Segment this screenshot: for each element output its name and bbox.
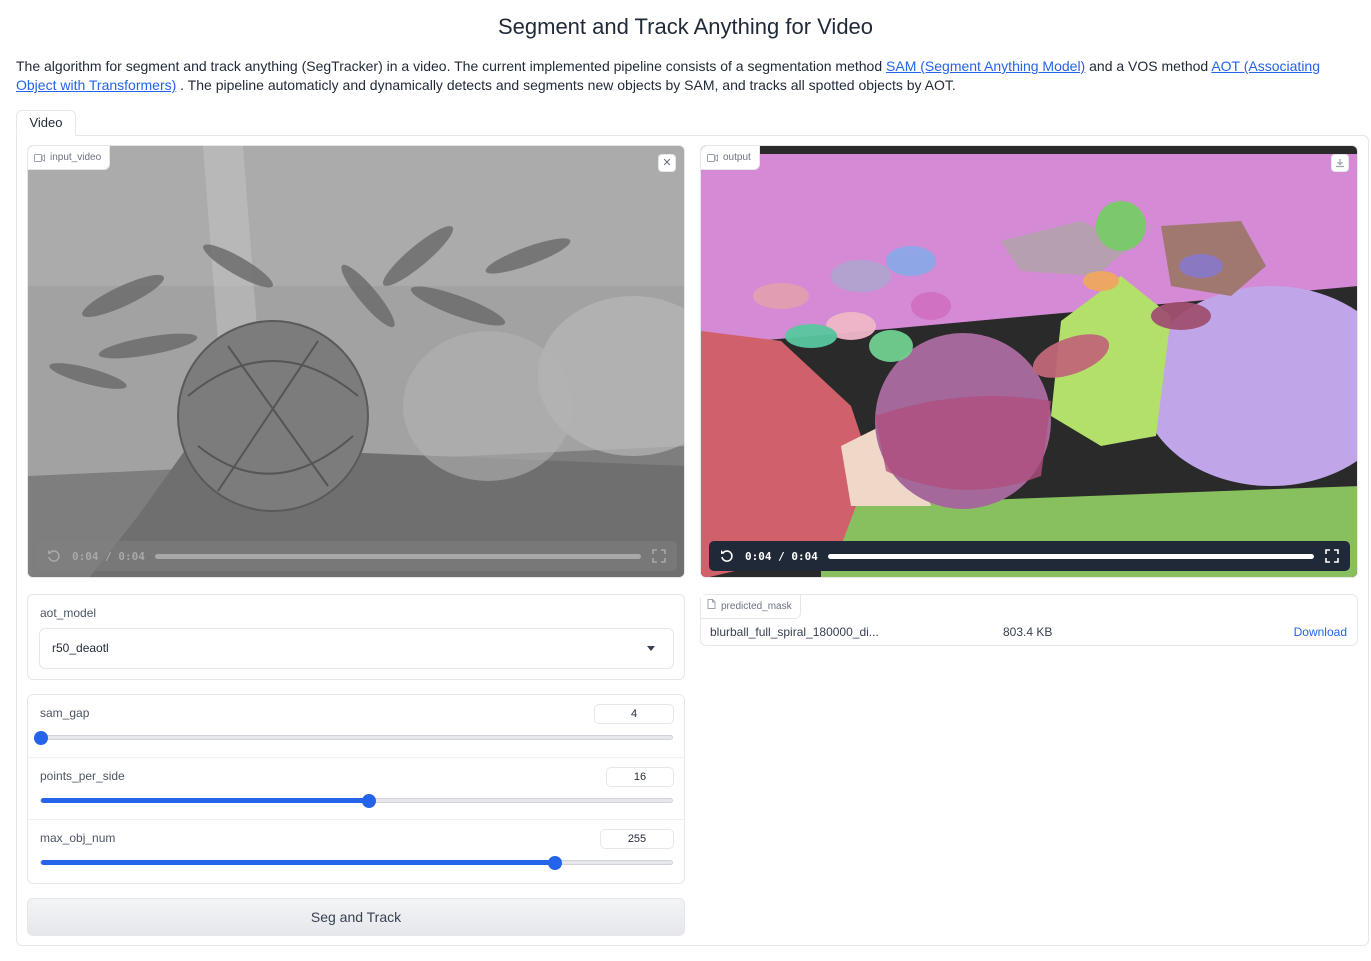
input-video-label-text: input_video xyxy=(50,151,102,163)
aot-model-value: r50_deaotl xyxy=(52,641,109,655)
description-text: . The pipeline automaticly and dynamical… xyxy=(176,77,956,93)
output-video-frame xyxy=(701,146,1357,577)
fullscreen-icon[interactable] xyxy=(1324,548,1340,564)
output-video-label-text: output xyxy=(723,151,751,163)
description: The algorithm for segment and track anyt… xyxy=(16,57,1356,95)
replay-icon[interactable] xyxy=(719,548,735,564)
points-per-side-track[interactable] xyxy=(40,794,673,808)
sam-gap-thumb[interactable] xyxy=(34,731,48,745)
slider-points-per-side: points_per_side 16 xyxy=(28,757,685,819)
points-per-side-fill xyxy=(41,798,370,803)
slider-max-obj-num: max_obj_num 255 xyxy=(28,819,685,881)
slider-sam-gap: sam_gap 4 xyxy=(28,695,685,757)
description-text: The algorithm for segment and track anyt… xyxy=(16,58,887,74)
chevron-down-icon xyxy=(647,646,655,651)
download-icon[interactable] xyxy=(1331,154,1349,172)
input-video-controls: 0:04 / 0:04 xyxy=(36,541,677,571)
points-per-side-input[interactable]: 16 xyxy=(606,767,674,787)
output-video-player[interactable]: output 0:04 / 0:04 xyxy=(700,145,1358,578)
sam-link[interactable]: SAM (Segment Anything Model) xyxy=(886,58,1085,74)
output-video-progress[interactable] xyxy=(827,553,1314,559)
max-obj-num-track[interactable] xyxy=(40,856,673,870)
video-camera-icon xyxy=(34,153,45,162)
seg-and-track-button[interactable]: Seg and Track xyxy=(27,898,685,936)
max-obj-num-thumb[interactable] xyxy=(548,856,563,870)
output-video-label: output xyxy=(701,146,760,170)
max-obj-num-fill xyxy=(41,860,556,865)
predicted-mask-panel: predicted_mask blurball_full_spiral_1800… xyxy=(700,594,1358,646)
video-camera-icon xyxy=(707,153,718,162)
output-video-time: 0:04 / 0:04 xyxy=(745,549,818,563)
max-obj-num-label: max_obj_num xyxy=(40,831,116,845)
input-video-label: input_video xyxy=(28,146,111,170)
fullscreen-icon[interactable] xyxy=(651,548,667,564)
aot-model-panel: aot_model r50_deaotl xyxy=(27,594,685,680)
input-video-time: 0:04 / 0:04 xyxy=(72,549,145,563)
sam-gap-input[interactable]: 4 xyxy=(594,704,674,724)
aot-model-select[interactable]: r50_deaotl xyxy=(39,628,674,669)
points-per-side-thumb[interactable] xyxy=(362,794,377,808)
close-icon[interactable]: ✕ xyxy=(658,154,676,172)
file-row: blurball_full_spiral_180000_di... 803.4 … xyxy=(710,625,1347,639)
predicted-mask-label: predicted_mask xyxy=(701,595,801,619)
input-video-progress[interactable] xyxy=(154,553,641,559)
max-obj-num-input[interactable]: 255 xyxy=(600,829,674,849)
page-title: Segment and Track Anything for Video xyxy=(497,14,874,39)
input-video-frame xyxy=(28,146,684,577)
input-video-player[interactable]: input_video ✕ 0:04 / 0:04 xyxy=(27,145,685,578)
sam-gap-track[interactable] xyxy=(34,731,673,745)
predicted-mask-label-text: predicted_mask xyxy=(721,600,792,612)
tab-video[interactable]: Video xyxy=(16,110,76,136)
file-name: blurball_full_spiral_180000_di... xyxy=(710,625,879,639)
sam-gap-label: sam_gap xyxy=(40,706,90,720)
file-icon xyxy=(707,595,716,619)
points-per-side-label: points_per_side xyxy=(40,769,125,783)
download-link[interactable]: Download xyxy=(1294,625,1347,639)
aot-model-label: aot_model xyxy=(40,606,97,620)
output-video-controls: 0:04 / 0:04 xyxy=(709,541,1350,571)
replay-icon[interactable] xyxy=(46,548,62,564)
description-text: and a VOS method xyxy=(1085,58,1212,74)
file-size: 803.4 KB xyxy=(1003,625,1053,639)
slider-panel: sam_gap 4 points_per_side 16 max_obj_num… xyxy=(27,694,685,884)
